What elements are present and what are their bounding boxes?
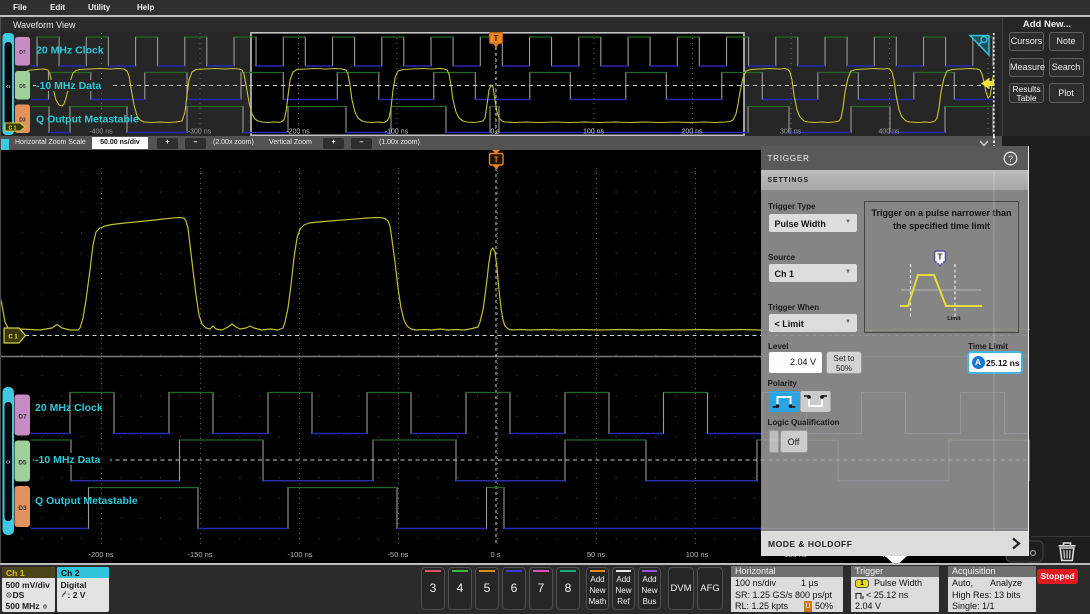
svg-text:D7: D7 xyxy=(18,414,27,421)
svg-text:‹›: ‹› xyxy=(6,459,11,466)
svg-text:0 s: 0 s xyxy=(490,550,500,559)
svg-text:200 ns: 200 ns xyxy=(681,129,703,136)
svg-text:50 ns: 50 ns xyxy=(587,550,606,559)
svg-text:D5: D5 xyxy=(19,84,26,90)
svg-text:C 1: C 1 xyxy=(8,335,18,341)
svg-text:D7: D7 xyxy=(19,50,26,56)
svg-text:-10 MHz Data: -10 MHz Data xyxy=(36,80,102,92)
svg-text:100 ns: 100 ns xyxy=(583,129,605,136)
svg-text:T: T xyxy=(494,156,499,165)
svg-text:-400 ns: -400 ns xyxy=(89,129,113,136)
svg-text:‹›: ‹› xyxy=(6,84,11,91)
svg-text:400 ns: 400 ns xyxy=(878,129,900,136)
svg-text:-100 ns: -100 ns xyxy=(385,129,409,136)
svg-text:-50 ns: -50 ns xyxy=(388,550,409,559)
svg-text:300 ns: 300 ns xyxy=(780,129,802,136)
svg-text:0 s: 0 s xyxy=(490,129,500,136)
svg-text:-150 ns: -150 ns xyxy=(187,550,212,559)
svg-text:20 MHz Clock: 20 MHz Clock xyxy=(35,402,103,414)
svg-text:-200 ns: -200 ns xyxy=(286,129,310,136)
svg-text:Q Output Metastable: Q Output Metastable xyxy=(36,114,139,126)
svg-text:20 MHz Clock: 20 MHz Clock xyxy=(36,45,104,57)
svg-text:-10 MHz Data: -10 MHz Data xyxy=(35,454,101,466)
svg-text:-200 ns: -200 ns xyxy=(88,550,113,559)
svg-text:Q Output Metastable: Q Output Metastable xyxy=(35,495,138,507)
svg-text:C 1: C 1 xyxy=(9,125,17,131)
svg-text:D3: D3 xyxy=(18,505,27,512)
svg-text:T: T xyxy=(494,34,499,43)
svg-text:D5: D5 xyxy=(18,460,27,467)
svg-text:100 ns: 100 ns xyxy=(686,550,709,559)
svg-text:-100 ns: -100 ns xyxy=(287,550,312,559)
svg-text:-300 ns: -300 ns xyxy=(188,129,212,136)
